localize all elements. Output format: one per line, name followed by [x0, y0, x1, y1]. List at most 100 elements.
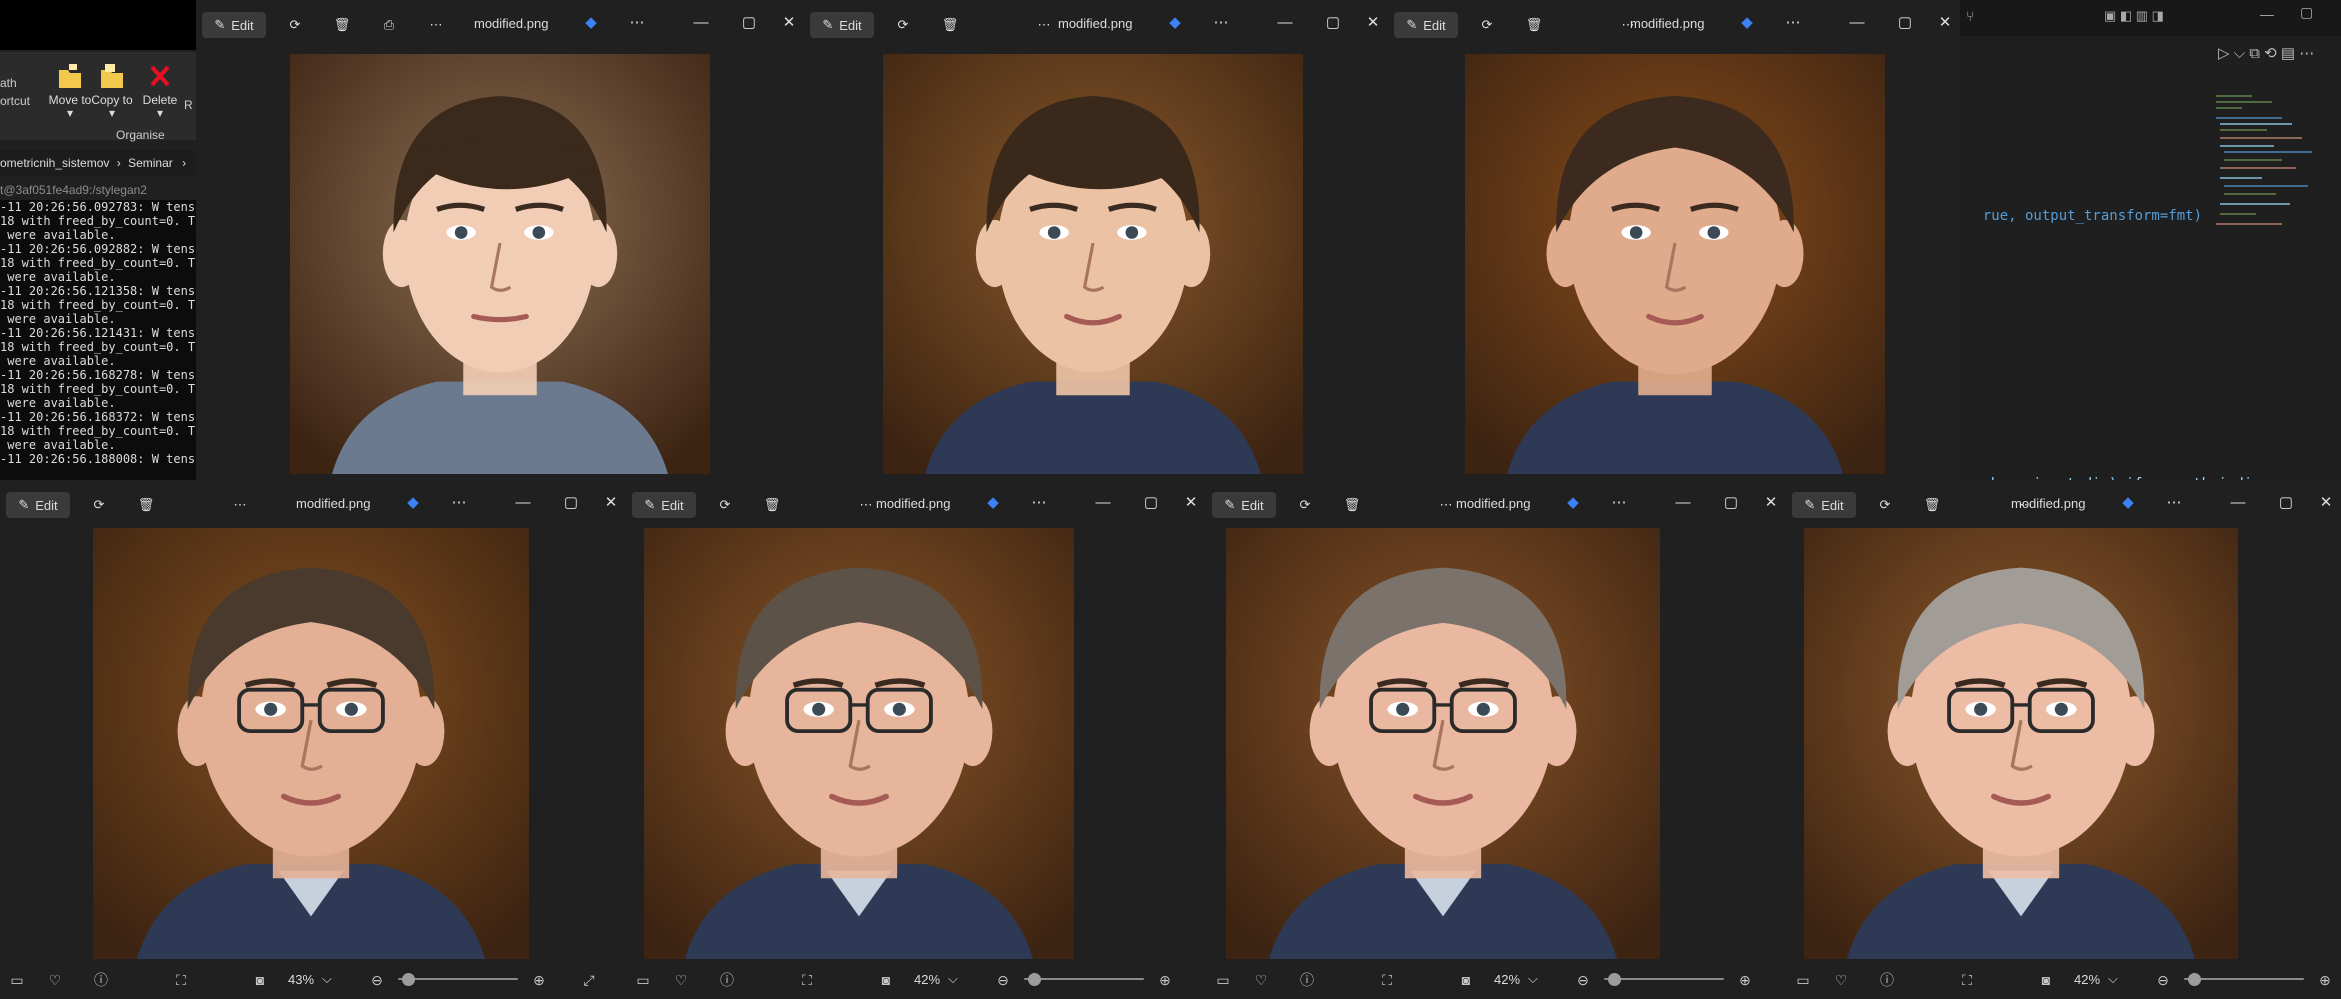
minimize-icon[interactable]: —	[514, 494, 532, 512]
filmstrip-icon[interactable]: ▭	[634, 971, 652, 989]
zoom-out-icon[interactable]: ⊖	[2154, 971, 2172, 989]
filmstrip-icon[interactable]: ▭	[1214, 971, 1232, 989]
photo-canvas[interactable]	[644, 524, 1074, 960]
close-icon[interactable]: ✕	[1364, 14, 1382, 32]
zoom-level[interactable]: 42%	[2074, 972, 2100, 987]
zoom-in-icon[interactable]: ⊕	[1156, 971, 1174, 989]
minimize-icon[interactable]: —	[2260, 6, 2274, 22]
edit-button[interactable]: ✎ Edit	[1394, 12, 1458, 38]
more-button[interactable]: ⋯	[1031, 12, 1057, 38]
zoom-slider[interactable]	[1024, 978, 1144, 980]
fit-window-icon[interactable]: ⛶	[1378, 971, 1396, 989]
minimize-icon[interactable]: —	[1848, 14, 1866, 32]
more-options-icon[interactable]: ⋯	[2165, 494, 2183, 512]
chevron-down-icon[interactable]: ⌵	[322, 971, 332, 987]
rotate-button[interactable]: ⟳	[1292, 492, 1318, 518]
minimize-icon[interactable]: —	[1674, 494, 1692, 512]
rotate-button[interactable]: ⟳	[1872, 492, 1898, 518]
more-button[interactable]: ⋯	[423, 12, 449, 38]
editor-branch-icon[interactable]: ⑂	[1966, 8, 1974, 24]
fit-window-icon[interactable]: ⛶	[1958, 971, 1976, 989]
actual-size-icon[interactable]: ◙	[877, 971, 895, 989]
favorite-heart-icon[interactable]: ♡	[46, 971, 64, 989]
rotate-button[interactable]: ⟳	[86, 492, 112, 518]
more-options-icon[interactable]: ⋯	[1610, 494, 1628, 512]
maximize-icon[interactable]: ▢	[562, 494, 580, 512]
zoom-slider[interactable]	[2184, 978, 2304, 980]
filmstrip-icon[interactable]: ▭	[1794, 971, 1812, 989]
zoom-slider-handle[interactable]	[1027, 973, 1041, 986]
actual-size-icon[interactable]: ◙	[2037, 971, 2055, 989]
chevron-down-icon[interactable]: ⌵	[948, 971, 958, 987]
minimize-icon[interactable]: —	[1276, 14, 1294, 32]
rotate-button[interactable]: ⟳	[712, 492, 738, 518]
breadcrumb-seminar[interactable]: Seminar	[128, 156, 173, 170]
chevron-down-icon[interactable]: ⌵	[1528, 971, 1538, 987]
edit-button[interactable]: ✎ Edit	[1792, 492, 1856, 518]
zoom-out-icon[interactable]: ⊖	[1574, 971, 1592, 989]
maximize-icon[interactable]: ▢	[1722, 494, 1740, 512]
close-icon[interactable]: ✕	[1936, 14, 1954, 32]
maximize-icon[interactable]: ▢	[740, 14, 758, 32]
delete-button[interactable]: 🗑	[937, 12, 963, 38]
zoom-slider[interactable]	[398, 978, 518, 980]
zoom-slider[interactable]	[1604, 978, 1724, 980]
rotate-button[interactable]: ⟳	[282, 12, 308, 38]
photo-canvas[interactable]	[1226, 524, 1660, 960]
edit-button[interactable]: ✎ Edit	[202, 12, 266, 38]
editor-minimap[interactable]	[2212, 92, 2322, 232]
delete-button[interactable]: 🗑	[759, 492, 785, 518]
breadcrumb[interactable]: ometricnih_sistemov › Seminar ›	[0, 150, 200, 176]
more-options-icon[interactable]: ⋯	[1030, 494, 1048, 512]
more-options-icon[interactable]: ⋯	[1212, 14, 1230, 32]
delete-button[interactable]: 🗑	[133, 492, 159, 518]
zoom-level[interactable]: 43%	[288, 972, 314, 987]
close-icon[interactable]: ✕	[1182, 494, 1200, 512]
zoom-level[interactable]: 42%	[914, 972, 940, 987]
edit-button[interactable]: ✎ Edit	[6, 492, 70, 518]
actual-size-icon[interactable]: ◙	[251, 971, 269, 989]
maximize-icon[interactable]: ▢	[1324, 14, 1342, 32]
zoom-out-icon[interactable]: ⊖	[994, 971, 1012, 989]
more-options-icon[interactable]: ⋯	[1784, 14, 1802, 32]
rotate-button[interactable]: ⟳	[1474, 12, 1500, 38]
zoom-slider-handle[interactable]	[401, 973, 415, 986]
maximize-icon[interactable]: ▢	[2277, 494, 2295, 512]
maximize-icon[interactable]: ▢	[1896, 14, 1914, 32]
favorite-heart-icon[interactable]: ♡	[1832, 971, 1850, 989]
maximize-icon[interactable]: ▢	[2300, 4, 2313, 21]
run-icon[interactable]: ▷ ⌵ ⧉ ⟲ ▤ ⋯	[2218, 44, 2314, 62]
close-icon[interactable]: ✕	[602, 494, 620, 512]
actual-size-icon[interactable]: ◙	[1457, 971, 1475, 989]
close-icon[interactable]: ✕	[780, 14, 798, 32]
info-icon[interactable]: ⓘ	[92, 971, 110, 989]
breadcrumb-folder[interactable]: ometricnih_sistemov	[0, 156, 109, 170]
info-icon[interactable]: ⓘ	[718, 971, 736, 989]
layout-icon[interactable]: ▣ ◧ ▥ ◨	[2104, 8, 2164, 24]
delete-button[interactable]: 🗑	[329, 12, 355, 38]
close-icon[interactable]: ✕	[2317, 494, 2335, 512]
zoom-in-icon[interactable]: ⊕	[2316, 971, 2334, 989]
delete-button[interactable]: 🗑	[1919, 492, 1945, 518]
photo-canvas[interactable]	[883, 54, 1303, 474]
more-button[interactable]: ⋯	[227, 492, 253, 518]
fit-window-icon[interactable]: ⛶	[798, 971, 816, 989]
chevron-down-icon[interactable]: ⌵	[2108, 971, 2118, 987]
edit-button[interactable]: ✎ Edit	[1212, 492, 1276, 518]
rotate-button[interactable]: ⟳	[890, 12, 916, 38]
favorite-heart-icon[interactable]: ♡	[1252, 971, 1270, 989]
delete-button[interactable]: Delete ▾	[138, 62, 182, 120]
print-button[interactable]: ⎙	[376, 12, 402, 38]
favorite-heart-icon[interactable]: ♡	[672, 971, 690, 989]
photo-canvas[interactable]	[290, 54, 710, 474]
zoom-in-icon[interactable]: ⊕	[530, 971, 548, 989]
more-options-icon[interactable]: ⋯	[450, 494, 468, 512]
zoom-slider-handle[interactable]	[2187, 973, 2201, 986]
zoom-in-icon[interactable]: ⊕	[1736, 971, 1754, 989]
photo-canvas[interactable]	[1465, 54, 1885, 474]
edit-button[interactable]: ✎ Edit	[632, 492, 696, 518]
photo-canvas[interactable]	[1804, 524, 2238, 960]
more-options-icon[interactable]: ⋯	[628, 14, 646, 32]
info-icon[interactable]: ⓘ	[1878, 971, 1896, 989]
close-icon[interactable]: ✕	[1762, 494, 1780, 512]
